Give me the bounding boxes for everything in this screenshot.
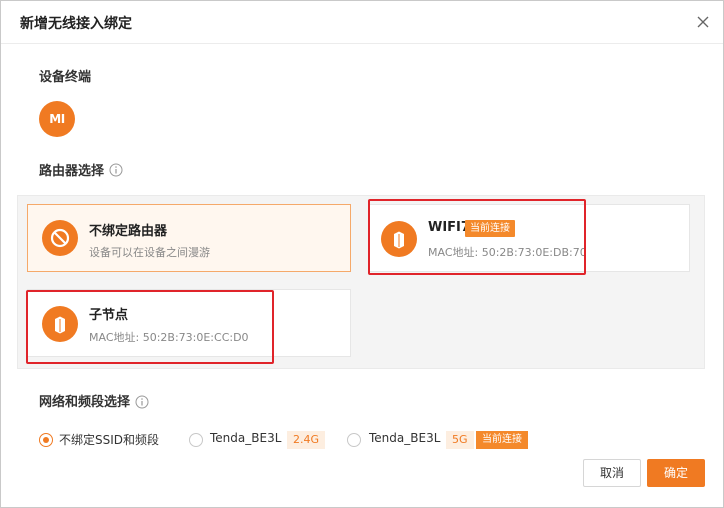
router-icon xyxy=(381,221,417,257)
confirm-button[interactable]: 确定 xyxy=(647,459,705,487)
router-option-mac: MAC地址: 50:2B:73:0E:CC:D0 xyxy=(89,331,249,344)
radio-label-ssid-5g: Tenda_BE3L xyxy=(369,431,441,445)
router-option-mac: MAC地址: 50:2B:73:0E:DB:70 xyxy=(428,246,587,259)
router-option-subnode[interactable]: 子节点 MAC地址: 50:2B:73:0E:CC:D0 xyxy=(27,289,351,357)
close-icon[interactable] xyxy=(693,12,713,32)
device-section-label: 设备终端 xyxy=(39,70,92,85)
router-option-panel: 不绑定路由器 设备可以在设备之间漫游 WIFI7 当前连接 MAC地址: 50:… xyxy=(17,195,705,369)
forbidden-icon xyxy=(42,220,78,256)
radio-label-ssid-24g: Tenda_BE3L xyxy=(210,431,282,445)
info-icon[interactable] xyxy=(109,163,123,177)
router-option-title: 子节点 xyxy=(89,308,129,323)
router-option-wifi7[interactable]: WIFI7 当前连接 MAC地址: 50:2B:73:0E:DB:70 xyxy=(368,204,690,272)
router-section-label: 路由器选择 xyxy=(39,164,105,179)
radio-unbind-ssid[interactable] xyxy=(39,433,53,447)
radio-ssid-24g[interactable] xyxy=(189,433,203,447)
router-option-title: WIFI7 xyxy=(428,220,470,235)
bind-wireless-dialog: 新增无线接入绑定 设备终端 MI 路由器选择 不绑定路由器 设备可以在设备之间漫… xyxy=(0,0,724,508)
cancel-button[interactable]: 取消 xyxy=(583,459,641,487)
xiaomi-logo-icon: MI xyxy=(39,101,75,137)
band-tag-24g: 2.4G xyxy=(287,431,326,449)
router-icon xyxy=(42,306,78,342)
dialog-title: 新增无线接入绑定 xyxy=(20,16,132,32)
dialog-header: 新增无线接入绑定 xyxy=(1,1,723,44)
current-connection-badge: 当前连接 xyxy=(476,431,528,449)
device-icon-text: MI xyxy=(49,112,65,126)
info-icon[interactable] xyxy=(135,395,149,409)
current-connection-badge: 当前连接 xyxy=(465,220,515,237)
router-option-unbind[interactable]: 不绑定路由器 设备可以在设备之间漫游 xyxy=(27,204,351,272)
router-option-subtitle: 设备可以在设备之间漫游 xyxy=(89,246,210,259)
network-section-label: 网络和频段选择 xyxy=(39,395,131,410)
router-option-title: 不绑定路由器 xyxy=(89,224,168,239)
radio-ssid-5g[interactable] xyxy=(347,433,361,447)
band-tag-5g: 5G xyxy=(446,431,474,449)
radio-label-unbind-ssid: 不绑定SSID和频段 xyxy=(59,433,160,447)
